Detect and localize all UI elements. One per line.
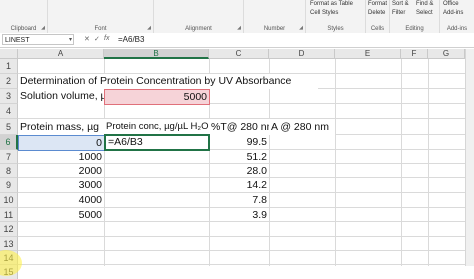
cancel-icon[interactable]: ✕	[84, 35, 90, 43]
vertical-scrollbar[interactable]	[465, 49, 474, 266]
sheet-title-cell[interactable]: Determination of Protein Concentration b…	[18, 74, 318, 89]
protein-mass-cell[interactable]: 1000	[18, 150, 104, 164]
format-button[interactable]: Format	[368, 1, 387, 7]
find-select-label: Select	[416, 10, 433, 16]
column-header-e[interactable]: E	[335, 49, 401, 59]
row-header-6[interactable]: 6	[0, 135, 18, 150]
active-cell-b6[interactable]: =A6/B3	[104, 134, 210, 151]
number-group: Number ◢	[244, 0, 306, 33]
column-header-f[interactable]: F	[401, 49, 428, 59]
transmittance-cell[interactable]: 3.9	[209, 208, 269, 222]
cell-styles-button[interactable]: Cell Styles	[310, 10, 338, 16]
row-header-9[interactable]: 9	[0, 178, 18, 193]
row-header-12[interactable]: 12	[0, 222, 18, 237]
protein-mass-cell[interactable]: 3000	[18, 178, 104, 193]
row-header-8[interactable]: 8	[0, 164, 18, 178]
sort-filter-label: Filter	[392, 10, 406, 16]
header-protein-mass[interactable]: Protein mass, µg	[18, 119, 104, 135]
clipboard-group: Clipboard ◢	[0, 0, 48, 33]
dialog-launcher-icon[interactable]: ◢	[237, 25, 241, 31]
dialog-launcher-icon[interactable]: ◢	[41, 25, 45, 31]
transmittance-cell[interactable]: 99.5	[209, 135, 269, 150]
transmittance-cell[interactable]: 7.8	[209, 193, 269, 208]
row-header-5[interactable]: 5	[0, 119, 18, 135]
office-addins-button[interactable]: Office	[443, 1, 459, 7]
group-label: Alignment	[185, 26, 212, 32]
group-label: Styles	[327, 26, 344, 32]
find-select-button[interactable]: Find &	[416, 1, 433, 7]
protein-mass-cell[interactable]: 2000	[18, 164, 104, 178]
column-header-d[interactable]: D	[269, 49, 335, 59]
header-absorbance[interactable]: A @ 280 nm	[269, 119, 335, 135]
transmittance-cell[interactable]: 14.2	[209, 178, 269, 193]
column-header-c[interactable]: C	[209, 49, 269, 59]
group-label: Clipboard	[10, 26, 37, 32]
row-header-4[interactable]: 4	[0, 104, 18, 119]
protein-mass-cell[interactable]: 4000	[18, 193, 104, 208]
column-header-b[interactable]: B	[104, 49, 209, 59]
format-as-table-button[interactable]: Format as Table	[310, 1, 353, 7]
editing-group: Sort & Filter Find & Select Editing	[390, 0, 440, 33]
row-header-1[interactable]: 1	[0, 59, 18, 74]
header-protein-conc[interactable]: Protein conc, µg/µL H₂O	[104, 119, 209, 135]
row-header-2[interactable]: 2	[0, 74, 18, 89]
solution-volume-value-cell[interactable]: 5000	[104, 89, 210, 105]
name-box[interactable]: LINEST ▾	[2, 34, 74, 45]
delete-button[interactable]: Delete	[368, 10, 385, 16]
select-all-corner[interactable]	[0, 49, 18, 59]
solution-volume-label-cell[interactable]: Solution volume, µL:	[18, 89, 115, 104]
protein-mass-cell[interactable]: 5000	[18, 208, 104, 222]
alignment-group: Alignment ◢	[154, 0, 244, 33]
addins-label: Add-ins	[443, 10, 464, 16]
formula-bar: LINEST ▾ ✕ ✓ fx =A6/B3	[0, 33, 474, 48]
dialog-launcher-icon[interactable]: ◢	[299, 25, 303, 31]
row-header-10[interactable]: 10	[0, 193, 18, 208]
insert-function-icon[interactable]: fx	[104, 35, 109, 42]
sort-filter-button[interactable]: Sort &	[392, 1, 409, 7]
protein-mass-cell[interactable]: 0	[18, 135, 105, 151]
enter-icon[interactable]: ✓	[94, 35, 100, 43]
column-header-a[interactable]: A	[18, 49, 104, 59]
column-header-g[interactable]: G	[428, 49, 465, 59]
dialog-launcher-icon[interactable]: ◢	[147, 25, 151, 31]
formula-input[interactable]: =A6/B3	[118, 34, 472, 45]
styles-group: Format as Table Cell Styles Styles	[306, 0, 366, 33]
transmittance-cell[interactable]: 51.2	[209, 150, 269, 164]
ribbon: Clipboard ◢ Font ◢ Alignment ◢ Number ◢ …	[0, 0, 474, 34]
addins-group: Office Add-ins Add-ins	[440, 0, 474, 33]
row-header-3[interactable]: 3	[0, 89, 18, 104]
font-group: Font ◢	[48, 0, 154, 33]
transmittance-cell[interactable]: 28.0	[209, 164, 269, 178]
cells-group: Format Delete Cells	[366, 0, 390, 33]
row-header-13[interactable]: 13	[0, 237, 18, 251]
group-label: Number	[263, 26, 286, 32]
name-box-value: LINEST	[5, 37, 30, 44]
group-label: Cells	[370, 26, 385, 32]
row-header-7[interactable]: 7	[0, 150, 18, 164]
row-header-11[interactable]: 11	[0, 208, 18, 222]
chevron-down-icon[interactable]: ▾	[69, 35, 72, 46]
group-label: Add-ins	[446, 26, 468, 32]
group-label: Font	[94, 26, 107, 32]
header-transmittance[interactable]: %T@ 280 nm	[209, 119, 275, 135]
group-label: Editing	[405, 26, 424, 32]
